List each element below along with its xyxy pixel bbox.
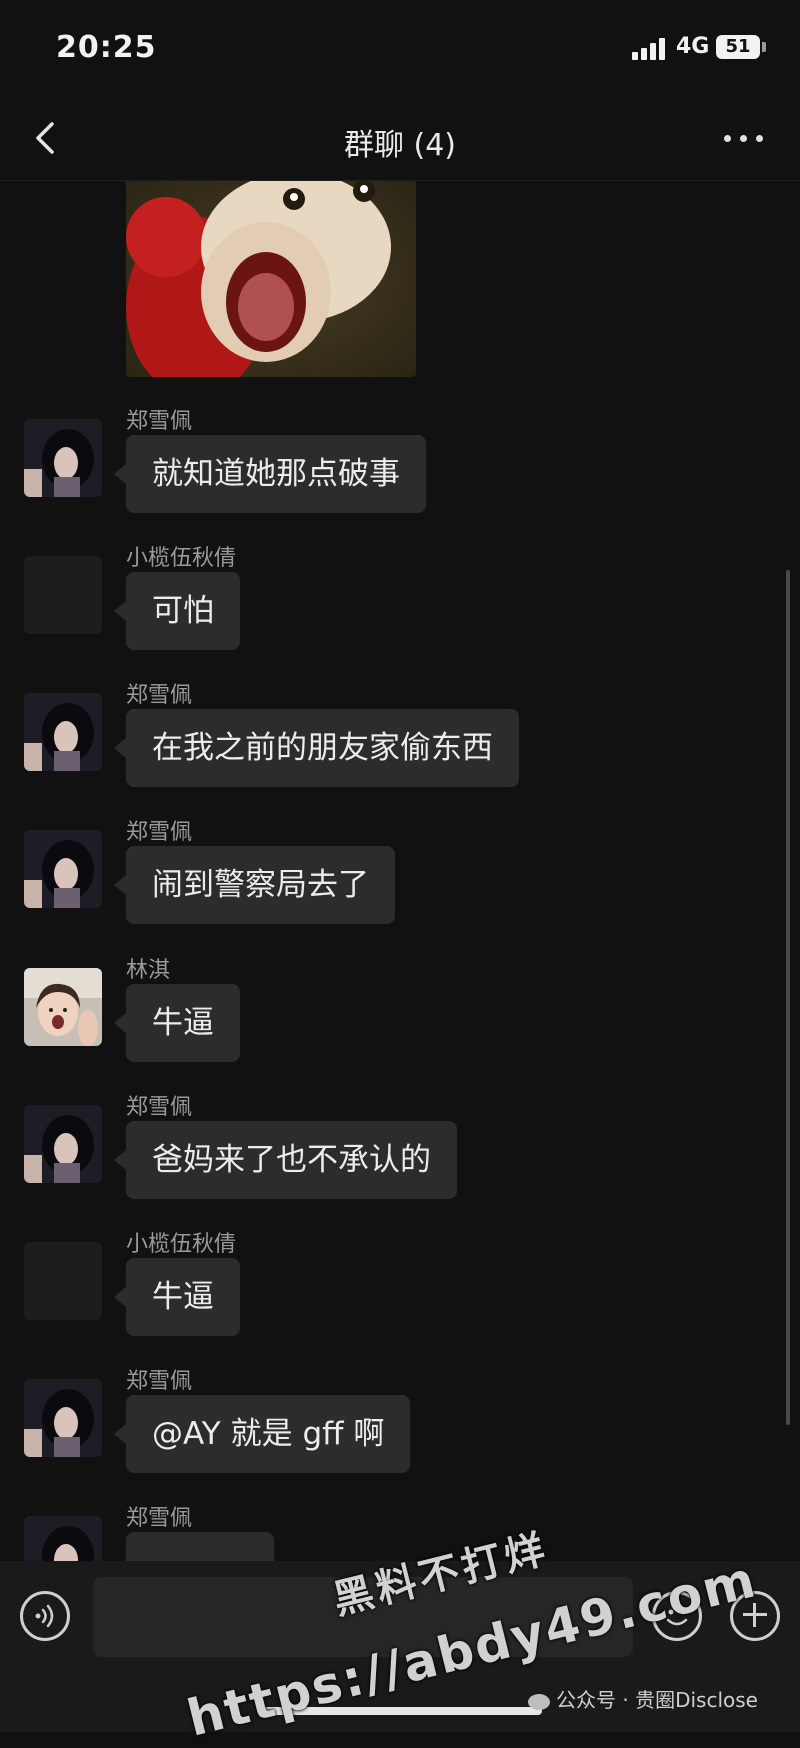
avatar[interactable] <box>24 1379 102 1457</box>
status-bar: 20:25 4G 51 <box>0 0 800 96</box>
sender-name: 林淇 <box>126 958 171 983</box>
avatar[interactable] <box>24 830 102 908</box>
message-item: 小榄伍秋倩 可怕 <box>0 540 800 660</box>
voice-icon <box>35 1604 54 1628</box>
watermark-credit: 公众号 · 贵圈Disclose <box>528 1684 758 1713</box>
voice-button[interactable] <box>20 1591 70 1641</box>
sender-name: 郑雪佩 <box>126 409 193 434</box>
message-bubble[interactable]: @AY 就是 gff 啊 <box>113 1395 411 1473</box>
wechat-icon <box>528 1693 550 1710</box>
sender-name: 郑雪佩 <box>126 683 193 708</box>
scrollbar[interactable] <box>786 570 790 1425</box>
message-bubble[interactable]: 闹到警察局去了 <box>114 846 395 924</box>
network-type: 4G <box>676 34 710 59</box>
message-bubble[interactable] <box>126 1532 274 1561</box>
battery-icon: 51 <box>716 35 760 59</box>
nav-bar: 群聊 (4) <box>0 96 800 181</box>
message-bubble[interactable]: 牛逼 <box>114 1258 240 1336</box>
avatar[interactable] <box>24 1105 102 1183</box>
message-item: 林淇 牛逼 <box>0 952 800 1072</box>
chat-area[interactable]: 郑雪佩 就知道她那点破事 小榄伍秋倩 可怕 郑雪佩 在我之前的朋友家偷东西 郑雪… <box>0 181 800 1561</box>
watermark-credit-text: 公众号 · 贵圈Disclose <box>556 1688 758 1712</box>
message-item: 郑雪佩 爸妈来了也不承认的 <box>0 1089 800 1209</box>
sender-name: 小榄伍秋倩 <box>126 1232 237 1257</box>
message-bubble[interactable]: 可怕 <box>114 572 240 650</box>
message-bubble[interactable]: 牛逼 <box>114 984 240 1062</box>
avatar[interactable] <box>24 419 102 497</box>
avatar[interactable] <box>24 1516 102 1561</box>
avatar[interactable] <box>24 693 102 771</box>
message-item: 小榄伍秋倩 牛逼 <box>0 1226 800 1346</box>
more-button[interactable] <box>720 120 770 156</box>
more-dot <box>740 135 747 142</box>
message-item: 郑雪佩 就知道她那点破事 <box>0 403 800 523</box>
battery-cap <box>762 42 766 52</box>
sender-name: 郑雪佩 <box>126 1095 193 1120</box>
chat-title: 群聊 (4) <box>343 128 457 163</box>
sender-name: 郑雪佩 <box>126 1369 193 1394</box>
avatar[interactable] <box>24 1242 102 1320</box>
message-bubble[interactable]: 就知道她那点破事 <box>114 435 426 513</box>
message-item: 郑雪佩 在我之前的朋友家偷东西 <box>0 677 800 797</box>
message-item: 郑雪佩 @AY 就是 gff 啊 <box>0 1363 800 1483</box>
more-dot <box>756 135 763 142</box>
sender-name: 郑雪佩 <box>126 820 193 845</box>
message-bubble[interactable]: 爸妈来了也不承认的 <box>114 1121 457 1199</box>
more-dots-icon <box>724 135 731 142</box>
message-item: 郑雪佩 闹到警察局去了 <box>0 814 800 934</box>
avatar[interactable] <box>24 968 102 1046</box>
sender-name: 小榄伍秋倩 <box>126 546 237 571</box>
signal-icon <box>632 38 666 60</box>
status-time: 20:25 <box>56 30 157 65</box>
avatar[interactable] <box>24 556 102 634</box>
message-bubble[interactable]: 在我之前的朋友家偷东西 <box>114 709 519 787</box>
sticker-image[interactable] <box>126 181 416 377</box>
sender-name: 郑雪佩 <box>126 1506 193 1531</box>
